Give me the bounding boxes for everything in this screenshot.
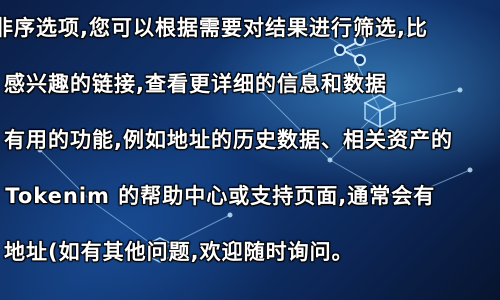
caption-line-5: 地址(如有其他问题,欢迎随时询问。: [4, 240, 354, 264]
blockchain-cube-icon: [363, 94, 397, 129]
caption-line-4: · Tokenim 的帮助中心或支持页面,通常会有: [0, 184, 436, 208]
caption-line-2: 感兴趣的链接,查看更详细的信息和数据: [4, 72, 387, 96]
caption-line-3: 有用的功能,例如地址的历史数据、相关资产的: [4, 128, 453, 152]
caption-line-1: 非序选项,您可以根据需要对结果进行筛选,比: [0, 16, 428, 40]
